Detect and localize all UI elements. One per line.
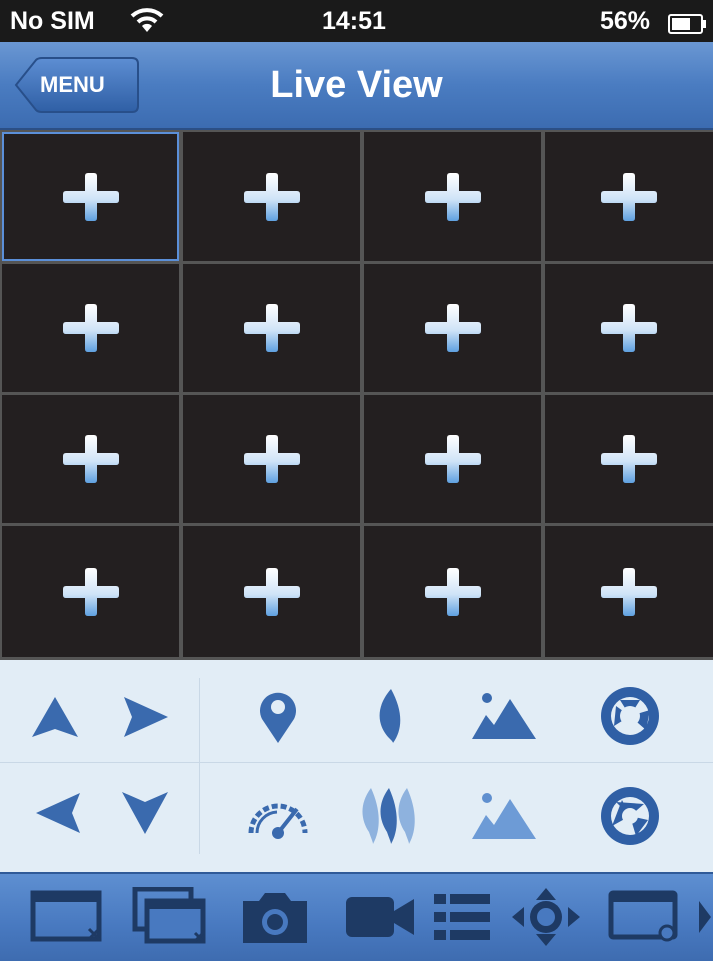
status-time: 14:51 bbox=[322, 7, 386, 35]
video-window-8[interactable] bbox=[545, 264, 713, 392]
focus-pin-icon bbox=[260, 692, 296, 743]
ptz-down-button[interactable] bbox=[110, 778, 180, 848]
video-window-15[interactable] bbox=[364, 526, 541, 657]
video-window-5[interactable] bbox=[2, 264, 179, 392]
record-video-icon bbox=[346, 897, 414, 937]
zoom-out-button[interactable] bbox=[352, 778, 428, 854]
video-window-7[interactable] bbox=[364, 264, 541, 392]
playback-window-button[interactable] bbox=[600, 884, 686, 950]
status-bar: No SIM 14:51 56% bbox=[0, 0, 713, 42]
snapshot-camera-icon bbox=[243, 893, 307, 943]
plus-icon bbox=[424, 304, 481, 352]
zoom-in-button[interactable] bbox=[352, 678, 428, 754]
plus-icon bbox=[62, 435, 119, 483]
iris-open-button[interactable] bbox=[590, 676, 670, 756]
plus-icon bbox=[601, 567, 657, 616]
close-all-windows-button[interactable] bbox=[126, 884, 212, 950]
video-window-6[interactable] bbox=[183, 264, 360, 392]
live-view-grid bbox=[0, 130, 713, 660]
ptz-direction-icon bbox=[512, 888, 580, 946]
video-window-9[interactable] bbox=[2, 395, 179, 523]
iris-close-button[interactable] bbox=[590, 776, 670, 856]
video-window-12[interactable] bbox=[545, 395, 713, 523]
brightness-image-icon bbox=[472, 693, 536, 739]
battery-icon bbox=[668, 12, 708, 41]
close-all-windows-icon bbox=[132, 887, 206, 944]
more-arrow-icon bbox=[698, 901, 711, 933]
aperture-icon bbox=[601, 787, 659, 845]
video-window-3[interactable] bbox=[364, 132, 541, 261]
plus-icon bbox=[424, 172, 481, 221]
plus-icon bbox=[243, 567, 300, 616]
plus-icon bbox=[62, 304, 119, 352]
ptz-control-panel bbox=[0, 660, 713, 872]
video-window-11[interactable] bbox=[364, 395, 541, 523]
video-window-2[interactable] bbox=[183, 132, 360, 261]
video-window-1[interactable] bbox=[2, 132, 179, 261]
page-title: Live View bbox=[270, 64, 443, 106]
speed-gauge-icon bbox=[248, 803, 308, 839]
plus-icon bbox=[601, 304, 657, 352]
arrow-down-icon bbox=[122, 792, 168, 834]
record-button[interactable] bbox=[336, 884, 422, 950]
arrow-up-icon bbox=[32, 697, 78, 737]
video-window-4[interactable] bbox=[545, 132, 713, 261]
more-button[interactable] bbox=[692, 884, 713, 950]
aperture-icon bbox=[601, 687, 659, 745]
arrow-right-icon bbox=[124, 697, 168, 737]
divider bbox=[0, 762, 713, 763]
plus-icon bbox=[62, 567, 119, 616]
video-window-14[interactable] bbox=[183, 526, 360, 657]
plus-icon bbox=[243, 435, 300, 483]
close-window-button[interactable] bbox=[24, 884, 110, 950]
plus-icon bbox=[243, 172, 300, 221]
snapshot-button[interactable] bbox=[232, 884, 318, 950]
divider bbox=[199, 678, 200, 854]
zoom-leaf-icon bbox=[379, 689, 401, 743]
playback-window-icon bbox=[608, 890, 678, 942]
plus-icon bbox=[424, 435, 481, 483]
plus-icon bbox=[243, 304, 300, 352]
device-list-button[interactable] bbox=[426, 884, 498, 950]
ptz-up-button[interactable] bbox=[20, 682, 90, 752]
arrow-left-icon bbox=[36, 793, 80, 833]
ptz-right-button[interactable] bbox=[110, 682, 180, 752]
zoom-flames-icon bbox=[362, 788, 415, 844]
brightness-down-button[interactable] bbox=[464, 778, 544, 854]
video-window-13[interactable] bbox=[2, 526, 179, 657]
plus-icon bbox=[601, 435, 657, 483]
ptz-toggle-button[interactable] bbox=[506, 884, 586, 950]
battery-percent: 56% bbox=[600, 7, 651, 35]
wifi-icon bbox=[130, 6, 164, 41]
plus-icon bbox=[601, 172, 657, 221]
plus-icon bbox=[424, 567, 481, 616]
video-window-16[interactable] bbox=[545, 526, 713, 657]
video-window-10[interactable] bbox=[183, 395, 360, 523]
focus-near-button[interactable] bbox=[240, 678, 316, 754]
navigation-bar: MENU Live View bbox=[0, 42, 713, 130]
carrier-label: No SIM bbox=[10, 7, 95, 35]
close-window-icon bbox=[30, 890, 102, 942]
plus-icon bbox=[62, 172, 119, 221]
ptz-left-button[interactable] bbox=[24, 778, 94, 848]
brightness-image-icon bbox=[472, 793, 536, 839]
brightness-up-button[interactable] bbox=[464, 678, 544, 754]
speed-button[interactable] bbox=[240, 778, 316, 854]
bottom-toolbar bbox=[0, 872, 713, 961]
list-icon bbox=[434, 894, 490, 940]
